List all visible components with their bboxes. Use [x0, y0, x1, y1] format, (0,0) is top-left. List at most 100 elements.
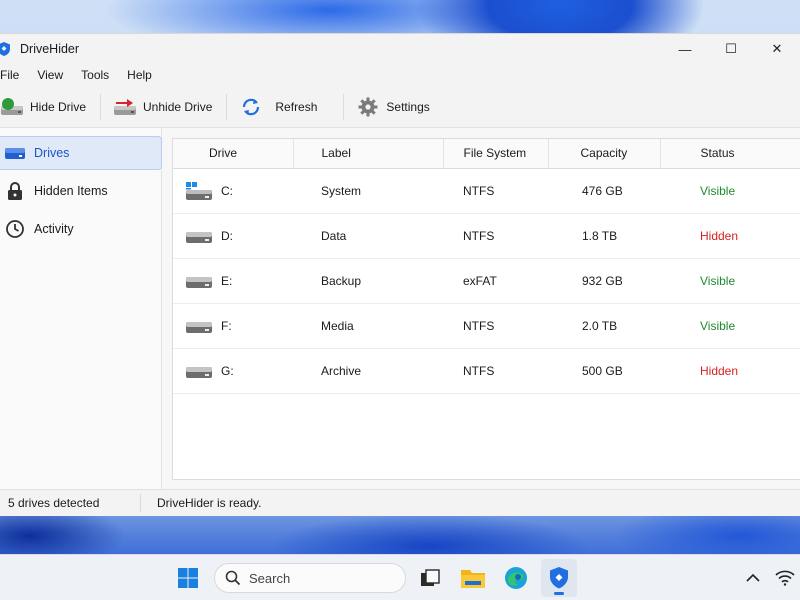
taskbar: Search [0, 554, 800, 600]
menu-tools[interactable]: Tools [72, 68, 118, 82]
hide-drive-button[interactable]: Hide Drive [0, 90, 100, 124]
file-explorer-button[interactable] [460, 565, 486, 591]
drive-icon [4, 143, 26, 163]
start-button[interactable] [176, 566, 200, 590]
drive-capacity: 1.8 TB [548, 213, 660, 259]
drivehider-taskbar-button[interactable] [541, 559, 577, 597]
window-title: DriveHider [20, 42, 80, 56]
toolbar-separator [100, 93, 102, 120]
drive-capacity: 476 GB [548, 168, 660, 214]
table-row[interactable]: G: Archive NTFS 500 GB Hidden [173, 348, 800, 394]
drive-file-system: NTFS [443, 168, 548, 214]
minimize-button[interactable]: — [662, 34, 708, 64]
refresh-label: Refresh [275, 99, 318, 114]
sidebar-item-label: Activity [34, 222, 74, 236]
refresh-button[interactable]: Refresh [239, 90, 331, 124]
column-header-label[interactable]: Label [293, 139, 444, 169]
sidebar-item-drives[interactable]: Drives [0, 136, 162, 170]
taskbar-search[interactable]: Search [214, 563, 406, 593]
menu-help[interactable]: Help [118, 68, 161, 82]
drive-letter: D: [221, 228, 233, 243]
toolbar-separator [343, 93, 345, 120]
task-view-icon [421, 569, 440, 586]
table-row[interactable]: D: Data NTFS 1.8 TB Hidden [173, 213, 800, 259]
close-button[interactable]: ✕ [754, 34, 800, 64]
hard-drive-icon [185, 226, 213, 246]
drive-capacity: 2.0 TB [548, 303, 660, 349]
drive-letter: F: [221, 318, 232, 333]
windows-drive-icon [185, 181, 213, 201]
unhide-drive-button[interactable]: Unhide Drive [113, 90, 226, 124]
wifi-icon [775, 570, 795, 586]
column-header-capacity[interactable]: Capacity [548, 139, 661, 169]
title-bar: DriveHider — ☐ ✕ [0, 34, 800, 64]
app-window: DriveHider — ☐ ✕ File View Tools Help Hi… [0, 33, 800, 516]
sidebar-item-label: Drives [34, 146, 70, 160]
content-area: Drives Hidden Items Activity Drive Label… [0, 128, 800, 490]
drive-file-system: NTFS [443, 348, 548, 394]
sidebar-item-hidden-items[interactable]: Hidden Items [0, 174, 162, 208]
table-row[interactable]: E: Backup exFAT 932 GB Visible [173, 258, 800, 304]
drive-label: System [293, 168, 443, 214]
drive-status: Visible [660, 168, 800, 214]
active-indicator [554, 592, 564, 595]
hard-drive-icon [185, 316, 213, 336]
sidebar-item-label: Hidden Items [34, 184, 108, 198]
search-icon [225, 570, 241, 586]
app-shield-icon [550, 567, 568, 589]
show-hidden-icons-button[interactable] [744, 569, 762, 587]
column-header-status[interactable]: Status [660, 139, 800, 169]
search-label: Search [249, 570, 291, 586]
refresh-icon [239, 96, 263, 118]
menu-file[interactable]: File [0, 68, 28, 82]
maximize-button[interactable]: ☐ [708, 34, 754, 64]
drives-table: Drive Label File System Capacity Status [173, 139, 800, 394]
table-row[interactable]: F: Media NTFS 2.0 TB Visible [173, 303, 800, 349]
menu-view[interactable]: View [28, 68, 72, 82]
drive-letter: E: [221, 273, 233, 288]
toolbar: Hide Drive Unhide Drive Refresh Settings [0, 86, 800, 128]
hard-drive-icon [185, 361, 213, 381]
drive-label: Media [293, 303, 443, 349]
drive-count: 5 drives detected [8, 496, 100, 510]
table-row[interactable]: C: System NTFS 476 GB Visible [173, 168, 800, 214]
sidebar: Drives Hidden Items Activity [0, 128, 162, 490]
drive-letter: C: [221, 183, 233, 198]
unhide-drive-label: Unhide Drive [143, 99, 213, 114]
drive-label: Archive [293, 348, 443, 394]
settings-label: Settings [386, 99, 430, 114]
gear-icon [356, 96, 380, 118]
desktop-wallpaper [0, 516, 800, 554]
edge-icon [505, 567, 527, 589]
drive-status: Hidden [660, 348, 800, 394]
column-header-file-system[interactable]: File System [443, 139, 549, 169]
clock-icon [4, 219, 26, 239]
settings-button[interactable]: Settings [356, 90, 443, 124]
drive-status: Visible [660, 258, 800, 304]
drive-file-system: NTFS [443, 213, 548, 259]
folder-icon [461, 570, 485, 588]
hide-drive-label: Hide Drive [30, 99, 87, 114]
table-header-row: Drive Label File System Capacity Status [173, 139, 800, 169]
status-message: DriveHider is ready. [157, 496, 262, 510]
sidebar-item-activity[interactable]: Activity [0, 212, 162, 246]
drive-status: Visible [660, 303, 800, 349]
drive-label: Backup [293, 258, 443, 304]
network-button[interactable] [774, 568, 796, 588]
drive-letter: G: [221, 363, 234, 378]
drive-file-system: exFAT [443, 258, 548, 304]
drive-file-system: NTFS [443, 303, 548, 349]
lock-icon [4, 181, 26, 201]
drives-table-container: Drive Label File System Capacity Status [172, 138, 800, 480]
edge-browser-button[interactable] [503, 565, 529, 591]
drive-capacity: 500 GB [548, 348, 660, 394]
app-shield-icon [0, 41, 12, 57]
status-separator [140, 494, 141, 512]
windows-logo-icon [178, 568, 198, 588]
status-bar: 5 drives detected DriveHider is ready. [0, 489, 800, 516]
drive-label: Data [293, 213, 443, 259]
task-view-button[interactable] [418, 566, 442, 590]
hide-drive-icon [0, 96, 24, 118]
column-header-drive[interactable]: Drive [173, 139, 294, 169]
chevron-up-icon [746, 573, 760, 582]
